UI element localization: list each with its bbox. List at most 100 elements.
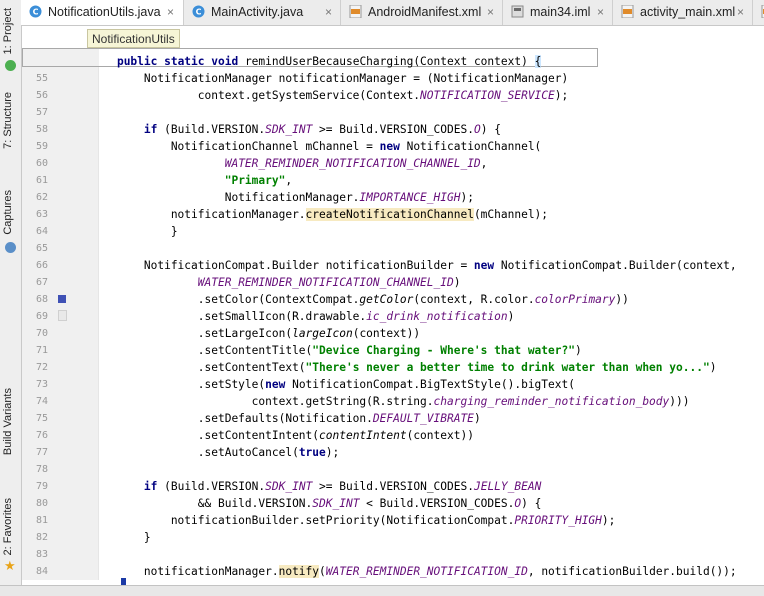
code-token: }	[90, 531, 151, 544]
code-token: NotificationManager.	[90, 191, 360, 204]
line-number[interactable]: 60	[22, 158, 48, 169]
color-swatch-icon[interactable]	[58, 295, 66, 303]
code-line[interactable]: context.getSystemService(Context.NOTIFIC…	[90, 87, 568, 104]
line-number[interactable]: 73	[22, 379, 48, 390]
code-token: "There's never a better time to drink wa…	[305, 361, 710, 374]
line-number[interactable]: 57	[22, 107, 48, 118]
code-line[interactable]: && Build.VERSION.SDK_INT < Build.VERSION…	[90, 495, 542, 512]
line-number[interactable]: 74	[22, 396, 48, 407]
code-token: (	[319, 565, 326, 578]
line-number[interactable]: 76	[22, 430, 48, 441]
line-number[interactable]: 63	[22, 209, 48, 220]
line-number[interactable]: 83	[22, 549, 48, 560]
code-token: if	[143, 123, 158, 136]
build-variants-tool-button[interactable]: Build Variants	[0, 388, 21, 474]
code-token: )	[473, 412, 481, 425]
tab-activity-main[interactable]: activity_main.xml ×	[613, 0, 753, 25]
code-line[interactable]: if (Build.VERSION.SDK_INT >= Build.VERSI…	[90, 478, 541, 495]
code-token: );	[601, 514, 616, 527]
favorites-tool-label: 2: Favorites	[2, 498, 14, 556]
code-line[interactable]: WATER_REMINDER_NOTIFICATION_CHANNEL_ID)	[90, 274, 461, 291]
code-line[interactable]: NotificationCompat.Builder notificationB…	[90, 257, 737, 274]
line-number[interactable]: 67	[22, 277, 48, 288]
captures-tool-button[interactable]: Captures	[0, 190, 21, 256]
line-number[interactable]: 75	[22, 413, 48, 424]
favorites-tool-button[interactable]: 2: Favorites ★	[0, 498, 21, 576]
code-line[interactable]: .setContentText("There's never a better …	[90, 359, 717, 376]
code-line[interactable]: if (Build.VERSION.SDK_INT >= Build.VERSI…	[90, 121, 501, 138]
tab-notificationutils[interactable]: C NotificationUtils.java ×	[21, 0, 184, 25]
line-number[interactable]: 56	[22, 90, 48, 101]
code-line[interactable]: .setContentIntent(contentIntent(context)…	[90, 427, 474, 444]
code-token: notificationBuilder.setPriority(Notifica…	[90, 514, 515, 527]
project-tool-button[interactable]: 1: Project	[0, 8, 21, 72]
code-line[interactable]: public static void remindUserBecauseChar…	[90, 53, 542, 70]
code-token: < Build.VERSION_CODES.	[359, 497, 515, 510]
close-icon[interactable]: ×	[167, 0, 174, 25]
code-token: .setColor(ContextCompat.	[90, 293, 360, 306]
breadcrumb[interactable]: NotificationUtils	[87, 29, 180, 48]
build-variants-tool-label: Build Variants	[2, 388, 14, 456]
code-token: context.getSystemService(Context.	[90, 89, 421, 102]
code-line[interactable]: context.getString(R.string.charging_remi…	[90, 393, 690, 410]
tab-mainactivity[interactable]: C MainActivity.java ×	[184, 0, 341, 25]
line-number[interactable]: 65	[22, 243, 48, 254]
image-preview-icon[interactable]	[58, 310, 67, 321]
close-icon[interactable]: ×	[487, 0, 494, 25]
tab-label: main34.iml	[530, 5, 591, 19]
tab-androidmanifest[interactable]: AndroidManifest.xml ×	[341, 0, 503, 25]
code-line[interactable]: }	[90, 529, 151, 546]
svg-text:C: C	[33, 8, 39, 17]
line-number[interactable]: 70	[22, 328, 48, 339]
close-icon[interactable]: ×	[737, 0, 744, 25]
line-number[interactable]: 62	[22, 192, 48, 203]
code-line[interactable]: NotificationChannel mChannel = new Notif…	[90, 138, 541, 155]
line-number[interactable]: 84	[22, 566, 48, 577]
code-line[interactable]: .setSmallIcon(R.drawable.ic_drink_notifi…	[90, 308, 515, 325]
code-line[interactable]: notificationManager.notify(WATER_REMINDE…	[90, 563, 737, 580]
line-number[interactable]: 79	[22, 481, 48, 492]
code-token: O	[473, 123, 481, 136]
code-line[interactable]: NotificationManager.IMPORTANCE_HIGH);	[90, 189, 474, 206]
tab-main34-iml[interactable]: main34.iml ×	[503, 0, 613, 25]
close-icon[interactable]: ×	[325, 0, 332, 25]
line-number[interactable]: 77	[22, 447, 48, 458]
structure-tool-button[interactable]: 7: Structure	[0, 92, 21, 162]
line-number[interactable]: 82	[22, 532, 48, 543]
line-number[interactable]: 59	[22, 141, 48, 152]
code-token: >= Build.VERSION_CODES.	[312, 480, 474, 493]
code-token: (context))	[406, 429, 474, 442]
code-line[interactable]: NotificationManager notificationManager …	[90, 70, 568, 87]
line-number[interactable]: 69	[22, 311, 48, 322]
line-number[interactable]: 66	[22, 260, 48, 271]
code-token: , notificationBuilder.build());	[527, 565, 737, 578]
close-icon[interactable]: ×	[597, 0, 604, 25]
line-number[interactable]: 78	[22, 464, 48, 475]
code-line[interactable]: .setColor(ContextCompat.getColor(context…	[90, 291, 629, 308]
line-number[interactable]: 71	[22, 345, 48, 356]
code-line[interactable]: .setStyle(new NotificationCompat.BigText…	[90, 376, 575, 393]
code-line[interactable]: .setAutoCancel(true);	[90, 444, 339, 461]
code-line[interactable]: .setLargeIcon(largeIcon(context))	[90, 325, 420, 342]
code-line[interactable]: .setContentTitle("Device Charging - Wher…	[90, 342, 582, 359]
code-line[interactable]: }	[90, 223, 178, 240]
code-line[interactable]: notificationBuilder.setPriority(Notifica…	[90, 512, 616, 529]
code-token: )	[709, 361, 717, 374]
line-number[interactable]: 55	[22, 73, 48, 84]
tab-label: activity_main.xml	[640, 5, 736, 19]
line-number[interactable]: 81	[22, 515, 48, 526]
editor-tab-bar: C NotificationUtils.java × C MainActivit…	[21, 0, 764, 26]
code-line[interactable]: WATER_REMINDER_NOTIFICATION_CHANNEL_ID,	[90, 155, 488, 172]
line-number[interactable]: 61	[22, 175, 48, 186]
code-token: && Build.VERSION.	[90, 497, 313, 510]
code-line[interactable]: "Primary",	[90, 172, 292, 189]
code-token: (context, R.color.	[413, 293, 535, 306]
line-number[interactable]: 80	[22, 498, 48, 509]
tab-overflow[interactable]: s	[753, 0, 764, 25]
line-number[interactable]: 72	[22, 362, 48, 373]
code-line[interactable]: notificationManager.createNotificationCh…	[90, 206, 548, 223]
line-number[interactable]: 68	[22, 294, 48, 305]
line-number[interactable]: 64	[22, 226, 48, 237]
line-number[interactable]: 58	[22, 124, 48, 135]
code-line[interactable]: .setDefaults(Notification.DEFAULT_VIBRAT…	[90, 410, 481, 427]
